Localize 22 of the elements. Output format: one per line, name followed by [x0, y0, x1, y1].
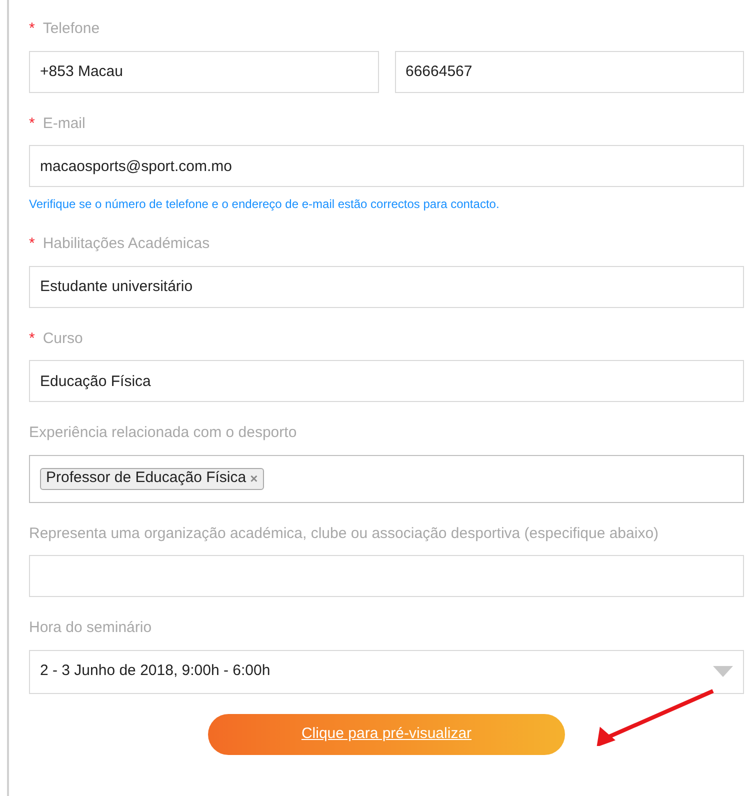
phone-field[interactable]: 66664567: [394, 50, 744, 92]
dropdown-arrow-icon: [713, 666, 733, 677]
field-label: Representa uma organização académica, clube ou associação desportiva (especifique abaixo): [29, 524, 659, 544]
field-label: Telefone: [42, 19, 100, 39]
text-field[interactable]: Estudante universitário: [29, 266, 744, 308]
text-field[interactable]: Educação Física: [29, 360, 744, 402]
required-asterisk: *: [29, 114, 35, 134]
field-label: Curso: [42, 328, 83, 348]
field-label: E-mail: [42, 114, 86, 134]
field-hint: Verifique se o número de telefone e o endereço de e-mail estão correctos para contacto.: [29, 196, 500, 213]
field-label: Habilitações Académicas: [42, 234, 210, 254]
tag-field[interactable]: Professor de Educação Física ×: [29, 454, 744, 502]
tag-label: Professor de Educação Física: [46, 468, 246, 488]
select-field[interactable]: 2 - 3 Junho de 2018, 9:00h - 6:00h: [29, 650, 744, 694]
phone-field[interactable]: +853 Macau: [29, 50, 378, 92]
required-asterisk: *: [29, 19, 35, 39]
field-label: Hora do seminário: [29, 618, 152, 638]
required-asterisk: *: [29, 328, 35, 348]
required-asterisk: *: [29, 234, 35, 254]
text-field[interactable]: macaosports@sport.com.mo: [29, 145, 744, 187]
field-label: Experiência relacionada com o desporto: [29, 423, 297, 443]
text-field[interactable]: [29, 555, 744, 597]
